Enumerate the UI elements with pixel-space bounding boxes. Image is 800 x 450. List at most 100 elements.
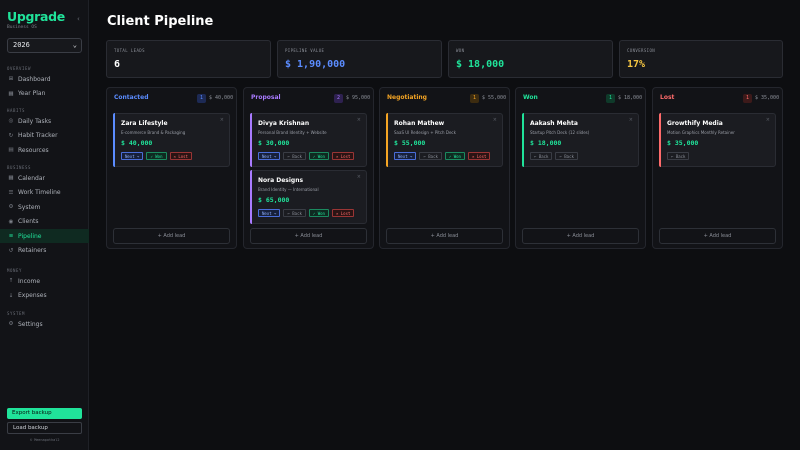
sidebar-item-calendar[interactable]: ▦ Calendar	[0, 171, 89, 185]
next-button[interactable]: Next →	[258, 209, 281, 217]
won-button[interactable]: ✓ Won	[308, 209, 329, 217]
lead-card[interactable]: Growthify Media Motion Graphics Monthly R…	[659, 113, 776, 167]
nav-section-label: SYSTEM	[7, 311, 26, 316]
delete-icon[interactable]: ×	[357, 174, 361, 180]
sidebar-item-label: Daily Tasks	[18, 117, 52, 125]
sidebar-item-clients[interactable]: ◉ Clients	[0, 215, 89, 229]
lead-description: Motion Graphics Monthly Retainer	[667, 130, 735, 135]
sidebar-item-label: Income	[18, 277, 41, 285]
stat-value: 6	[114, 59, 121, 70]
credit-text: © Meenapothal2	[30, 438, 60, 442]
app-logo[interactable]: Upgrade	[7, 9, 65, 24]
delete-icon[interactable]: ×	[220, 117, 224, 123]
sidebar-item-daily-tasks[interactable]: ◎ Daily Tasks	[0, 114, 89, 128]
lead-card[interactable]: Divya Krishnan Personal Brand Identity + …	[250, 113, 367, 167]
nav-section-label: OVERVIEW	[7, 66, 32, 71]
add-lead-button[interactable]: + Add lead	[522, 228, 639, 244]
column-total: $ 35,000	[755, 95, 780, 101]
stat-card-won: WON $ 18,000	[448, 40, 613, 78]
lead-amount: $ 30,000	[258, 139, 290, 147]
lost-button[interactable]: ✕ Lost	[169, 152, 192, 160]
sidebar-item-pipeline[interactable]: ≡ Pipeline	[0, 229, 89, 243]
back-button[interactable]: ← Back	[530, 152, 553, 160]
grid-icon: ⊞	[8, 76, 14, 82]
column-count-badge: 2	[334, 94, 343, 103]
column-title: Won	[523, 94, 538, 101]
arrow-up-icon: ↑	[8, 278, 14, 284]
card-actions: Next → ✓ Won ✕ Lost	[121, 152, 192, 160]
won-button[interactable]: ✓ Won	[308, 152, 329, 160]
delete-icon[interactable]: ×	[493, 117, 497, 123]
delete-icon[interactable]: ×	[766, 117, 770, 123]
card-actions: Next → ← Back ✓ Won ✕ Lost	[258, 209, 355, 217]
card-actions: Next → ← Back ✓ Won ✕ Lost	[258, 152, 355, 160]
year-select[interactable]: 2026 ⌄	[7, 38, 82, 53]
arrow-down-icon: ↓	[8, 292, 14, 299]
column-count-badge: 1	[470, 94, 479, 103]
lost-button[interactable]: ✕ Lost	[331, 209, 355, 217]
next-button[interactable]: Next →	[258, 152, 281, 160]
refresh-icon: ↺	[8, 247, 14, 254]
pipeline-column-lost: Lost 1 $ 35,000 Growthify Media Motion Graph…	[652, 87, 783, 249]
collapse-chevron-icon[interactable]: ‹	[77, 15, 80, 23]
sidebar-item-expenses[interactable]: ↓ Expenses	[0, 289, 89, 303]
sidebar-item-resources[interactable]: ▤ Resources	[0, 143, 89, 157]
add-lead-button[interactable]: + Add lead	[113, 228, 230, 244]
sidebar-item-settings[interactable]: ⚙ Settings	[0, 317, 89, 331]
stat-label: WON	[456, 48, 465, 53]
card-actions: Next → ← Back ✓ Won ✕ Lost	[394, 152, 491, 160]
card-accent-bar	[250, 170, 252, 224]
nav-section-label: MONEY	[7, 268, 23, 273]
add-lead-button[interactable]: + Add lead	[659, 228, 776, 244]
back-button[interactable]: ← Back	[283, 152, 306, 160]
lost-button[interactable]: ✕ Lost	[467, 152, 491, 160]
card-accent-bar	[250, 113, 252, 167]
pipeline-column-contacted: Contacted 1 $ 40,000 Zara Lifestyle E-commer…	[106, 87, 237, 249]
next-button[interactable]: Next →	[394, 152, 417, 160]
load-backup-button[interactable]: Load backup	[7, 422, 82, 434]
column-title: Contacted	[114, 94, 149, 101]
lead-card[interactable]: Nora Designs Brand Identity — Internation…	[250, 170, 367, 224]
lead-card[interactable]: Rohan Mathew SaaS UI Redesign + Pitch Dec…	[386, 113, 503, 167]
card-accent-bar	[113, 113, 115, 167]
column-count-badge: 1	[606, 94, 615, 103]
sidebar-item-work-timeline[interactable]: ☰ Work Timeline	[0, 186, 89, 200]
lead-name: Divya Krishnan	[258, 120, 310, 127]
sidebar-item-retainers[interactable]: ↺ Retainers	[0, 244, 89, 258]
lead-card[interactable]: Zara Lifestyle E-commerce Brand & Packagi…	[113, 113, 230, 167]
card-actions: ← Back ← Back	[530, 152, 578, 160]
lead-description: E-commerce Brand & Packaging	[121, 130, 186, 135]
column-title: Proposal	[251, 94, 281, 101]
won-button[interactable]: ✓ Won	[146, 152, 167, 160]
lead-card[interactable]: Aakash Mehta Startup Pitch Deck (12 slide…	[522, 113, 639, 167]
sidebar-item-label: Work Timeline	[18, 189, 61, 196]
delete-icon[interactable]: ×	[357, 117, 361, 123]
gear-icon: ⚙	[8, 321, 14, 327]
lead-description: Startup Pitch Deck (12 slides)	[530, 130, 590, 135]
add-lead-button[interactable]: + Add lead	[250, 228, 367, 244]
users-icon: ◉	[8, 218, 14, 225]
year-select-value: 2026	[13, 41, 30, 49]
lost-button[interactable]: ✕ Lost	[331, 152, 355, 160]
back-button[interactable]: ← Back	[667, 152, 690, 160]
sidebar-item-label: Habit Tracker	[18, 132, 58, 139]
sidebar-item-system[interactable]: ⚙ System	[0, 200, 89, 214]
sidebar-item-income[interactable]: ↑ Income	[0, 274, 89, 288]
stat-value: $ 1,90,000	[285, 59, 346, 70]
back-button[interactable]: ← Back	[555, 152, 578, 160]
delete-icon[interactable]: ×	[629, 117, 633, 123]
sidebar-item-year-plan[interactable]: ▦ Year Plan	[0, 87, 89, 101]
sidebar-item-label: Resources	[18, 146, 49, 154]
next-button[interactable]: Next →	[121, 152, 144, 160]
export-backup-button[interactable]: Export backup	[7, 408, 82, 419]
sidebar-item-habit-tracker[interactable]: ↻ Habit Tracker	[0, 129, 89, 143]
card-accent-bar	[659, 113, 661, 167]
add-lead-button[interactable]: + Add lead	[386, 228, 503, 244]
lead-name: Zara Lifestyle	[121, 120, 168, 127]
back-button[interactable]: ← Back	[283, 209, 306, 217]
back-button[interactable]: ← Back	[419, 152, 442, 160]
book-icon: ▤	[8, 147, 14, 153]
sidebar-item-dashboard[interactable]: ⊞ Dashboard	[0, 72, 89, 86]
lead-description: Brand Identity — International	[258, 187, 319, 192]
won-button[interactable]: ✓ Won	[444, 152, 465, 160]
